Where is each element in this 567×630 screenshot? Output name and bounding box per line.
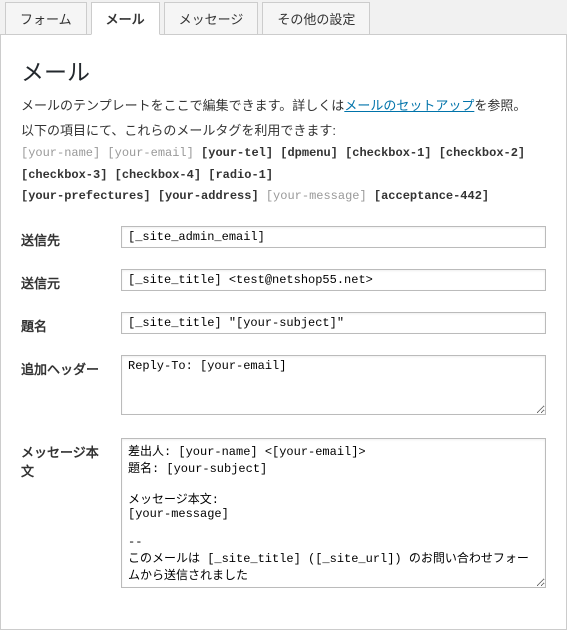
desc-pre-text: メールのテンプレートをここで編集できます。詳しくは [21, 98, 344, 113]
tab-other[interactable]: その他の設定 [262, 2, 370, 35]
headers-textarea[interactable] [121, 355, 546, 415]
body-label: メッセージ本文 [21, 438, 111, 480]
mail-tags-line2: [your-prefectures] [your-address] [your-… [21, 186, 546, 208]
mail-tag[interactable]: [dpmenu] [280, 146, 338, 160]
headers-label: 追加ヘッダー [21, 355, 111, 378]
mail-tag[interactable]: [checkbox-2] [439, 146, 525, 160]
to-input[interactable] [121, 226, 546, 248]
from-label: 送信元 [21, 269, 111, 292]
mail-tag[interactable]: [your-address] [158, 189, 259, 203]
from-input[interactable] [121, 269, 546, 291]
tab-messages[interactable]: メッセージ [164, 2, 259, 35]
mail-tag[interactable]: [checkbox-3] [21, 168, 107, 182]
mail-tag[interactable]: [your-email] [107, 146, 193, 160]
tabs-bar: フォーム メール メッセージ その他の設定 [0, 0, 567, 35]
tab-form[interactable]: フォーム [5, 2, 87, 35]
mail-tag[interactable]: [checkbox-4] [115, 168, 201, 182]
subject-input[interactable] [121, 312, 546, 334]
mail-tags-legend: 以下の項目にて、これらのメールタグを利用できます: [21, 120, 546, 139]
mail-tag[interactable]: [radio-1] [208, 168, 273, 182]
mail-tag[interactable]: [acceptance-442] [374, 189, 489, 203]
panel-heading: メール [21, 53, 546, 87]
mail-tag[interactable]: [your-prefectures] [21, 189, 151, 203]
mail-setup-link[interactable]: メールのセットアップ [344, 98, 474, 113]
mail-tags-line1: [your-name] [your-email] [your-tel] [dpm… [21, 143, 546, 186]
mail-tag[interactable]: [checkbox-1] [345, 146, 431, 160]
tab-mail[interactable]: メール [91, 2, 160, 35]
body-textarea[interactable] [121, 438, 546, 588]
mail-tag[interactable]: [your-name] [21, 146, 100, 160]
mail-panel: メール メールのテンプレートをここで編集できます。詳しくはメールのセットアップを… [0, 34, 567, 630]
subject-label: 題名 [21, 312, 111, 335]
mail-tags-list: [your-name] [your-email] [your-tel] [dpm… [21, 143, 546, 208]
to-label: 送信先 [21, 226, 111, 249]
panel-description: メールのテンプレートをここで編集できます。詳しくはメールのセットアップを参照。 [21, 95, 546, 114]
mail-tag[interactable]: [your-message] [266, 189, 367, 203]
desc-post-text: を参照。 [474, 98, 526, 113]
mail-tag[interactable]: [your-tel] [201, 146, 273, 160]
